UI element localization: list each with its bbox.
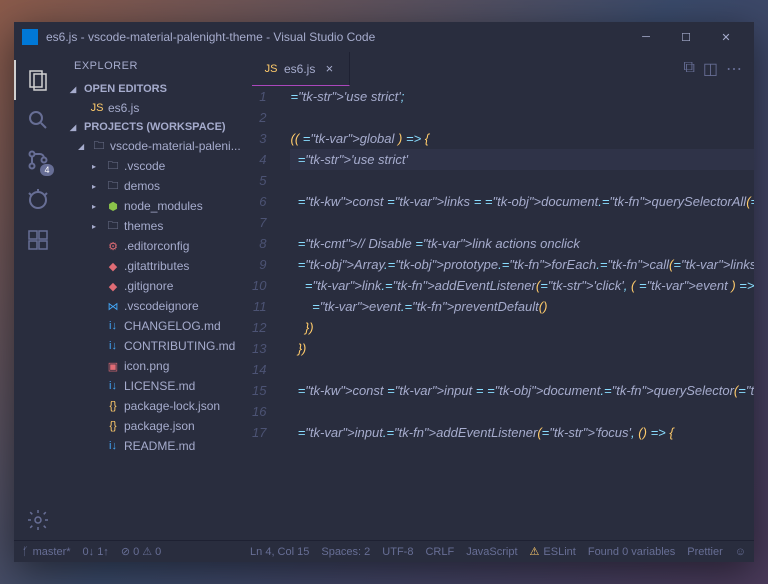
md-icon: i↓ bbox=[106, 340, 120, 352]
tree-item[interactable]: ▸⬢node_modules bbox=[62, 196, 252, 216]
line-gutter: 1234567891011121314151617 bbox=[252, 86, 280, 540]
md-icon: i↓ bbox=[106, 440, 120, 452]
js-icon: JS bbox=[264, 63, 278, 75]
split-icon[interactable]: ◫ bbox=[703, 59, 718, 79]
open-editor-item[interactable]: JSes6.js bbox=[62, 98, 252, 118]
tree-item[interactable]: ▸🗀.vscode bbox=[62, 156, 252, 176]
statusbar: ᚶ master* 0↓ 1↑ ⊘ 0 ⚠ 0 Ln 4, Col 15 Spa… bbox=[14, 540, 754, 562]
app-icon bbox=[22, 29, 38, 45]
main-area: 4 EXPLORER ◢OPEN EDITORS JSes6.js ◢PROJE… bbox=[14, 52, 754, 540]
file-tree: ◢🗀vscode-material-paleni... ▸🗀.vscode ▸🗀… bbox=[62, 136, 252, 456]
scm-badge: 4 bbox=[40, 164, 54, 176]
json-icon: {} bbox=[106, 420, 120, 432]
git-icon: ◆ bbox=[106, 280, 120, 293]
tree-item[interactable]: ▸🗀themes bbox=[62, 216, 252, 236]
tree-item[interactable]: i↓CHANGELOG.md bbox=[62, 316, 252, 336]
variables-found[interactable]: Found 0 variables bbox=[588, 545, 675, 558]
tree-item[interactable]: ◆.gitattributes bbox=[62, 256, 252, 276]
tree-item[interactable]: i↓README.md bbox=[62, 436, 252, 456]
tab-es6js[interactable]: JS es6.js × bbox=[252, 52, 350, 86]
config-icon: ⚙ bbox=[106, 240, 120, 253]
tree-item[interactable]: ▣icon.png bbox=[62, 356, 252, 376]
compare-icon[interactable]: ⧉ bbox=[683, 59, 694, 79]
tree-root[interactable]: ◢🗀vscode-material-paleni... bbox=[62, 136, 252, 156]
tree-item[interactable]: {}package.json bbox=[62, 416, 252, 436]
cursor-position[interactable]: Ln 4, Col 15 bbox=[250, 545, 309, 558]
tab-label: es6.js bbox=[284, 62, 315, 76]
node-icon: ⬢ bbox=[106, 200, 120, 213]
eslint-status[interactable]: ⚠ ESLint bbox=[530, 545, 576, 558]
feedback-icon[interactable]: ☺ bbox=[735, 545, 746, 558]
code-editor[interactable]: 1234567891011121314151617 ="tk-str">'use… bbox=[252, 86, 754, 540]
workspace-header[interactable]: ◢PROJECTS (WORKSPACE) bbox=[62, 118, 252, 136]
vscode-window: es6.js - vscode-material-palenight-theme… bbox=[14, 22, 754, 562]
code-content[interactable]: ="tk-str">'use strict';(( ="tk-var">glob… bbox=[280, 86, 754, 540]
vs-icon: ⋈ bbox=[106, 300, 120, 313]
tree-item[interactable]: i↓LICENSE.md bbox=[62, 376, 252, 396]
editor-tabs: JS es6.js × ⧉ ◫ ⋯ bbox=[252, 52, 754, 86]
extensions-icon[interactable] bbox=[14, 220, 62, 260]
encoding[interactable]: UTF-8 bbox=[382, 545, 413, 558]
tree-item[interactable]: {}package-lock.json bbox=[62, 396, 252, 416]
explorer-icon[interactable] bbox=[14, 60, 62, 100]
md-icon: i↓ bbox=[106, 320, 120, 332]
prettier-status[interactable]: Prettier bbox=[687, 545, 722, 558]
git-icon: ◆ bbox=[106, 260, 120, 273]
js-icon: JS bbox=[90, 102, 104, 114]
maximize-button[interactable]: ☐ bbox=[666, 23, 706, 51]
tree-item[interactable]: ◆.gitignore bbox=[62, 276, 252, 296]
window-controls: ─ ☐ ✕ bbox=[626, 23, 746, 51]
debug-icon[interactable] bbox=[14, 180, 62, 220]
sidebar-title: EXPLORER bbox=[62, 52, 252, 80]
language-mode[interactable]: JavaScript bbox=[466, 545, 517, 558]
folder-icon: 🗀 bbox=[106, 217, 120, 236]
img-icon: ▣ bbox=[106, 360, 120, 373]
editor-area: JS es6.js × ⧉ ◫ ⋯ 1234567891011121314151… bbox=[252, 52, 754, 540]
settings-icon[interactable] bbox=[14, 500, 62, 540]
tree-item[interactable]: ⋈.vscodeignore bbox=[62, 296, 252, 316]
indentation[interactable]: Spaces: 2 bbox=[321, 545, 370, 558]
git-sync[interactable]: 0↓ 1↑ bbox=[83, 546, 109, 558]
tree-item[interactable]: ⚙.editorconfig bbox=[62, 236, 252, 256]
folder-icon: 🗀 bbox=[106, 157, 120, 176]
more-icon[interactable]: ⋯ bbox=[726, 59, 742, 79]
activity-bar: 4 bbox=[14, 52, 62, 540]
close-icon[interactable]: × bbox=[321, 61, 337, 77]
json-icon: {} bbox=[106, 400, 120, 412]
md-icon: i↓ bbox=[106, 380, 120, 392]
titlebar[interactable]: es6.js - vscode-material-palenight-theme… bbox=[14, 22, 754, 52]
git-branch[interactable]: ᚶ master* bbox=[22, 546, 71, 558]
source-control-icon[interactable]: 4 bbox=[14, 140, 62, 180]
search-icon[interactable] bbox=[14, 100, 62, 140]
folder-icon: 🗀 bbox=[92, 137, 106, 156]
tab-actions: ⧉ ◫ ⋯ bbox=[683, 59, 754, 79]
tree-item[interactable]: i↓CONTRIBUTING.md bbox=[62, 336, 252, 356]
tree-item[interactable]: ▸🗀demos bbox=[62, 176, 252, 196]
window-title: es6.js - vscode-material-palenight-theme… bbox=[46, 30, 626, 44]
minimize-button[interactable]: ─ bbox=[626, 23, 666, 51]
problems[interactable]: ⊘ 0 ⚠ 0 bbox=[121, 545, 161, 558]
eol[interactable]: CRLF bbox=[425, 545, 454, 558]
folder-icon: 🗀 bbox=[106, 177, 120, 196]
open-editors-header[interactable]: ◢OPEN EDITORS bbox=[62, 80, 252, 98]
sidebar: EXPLORER ◢OPEN EDITORS JSes6.js ◢PROJECT… bbox=[62, 52, 252, 540]
close-button[interactable]: ✕ bbox=[706, 23, 746, 51]
